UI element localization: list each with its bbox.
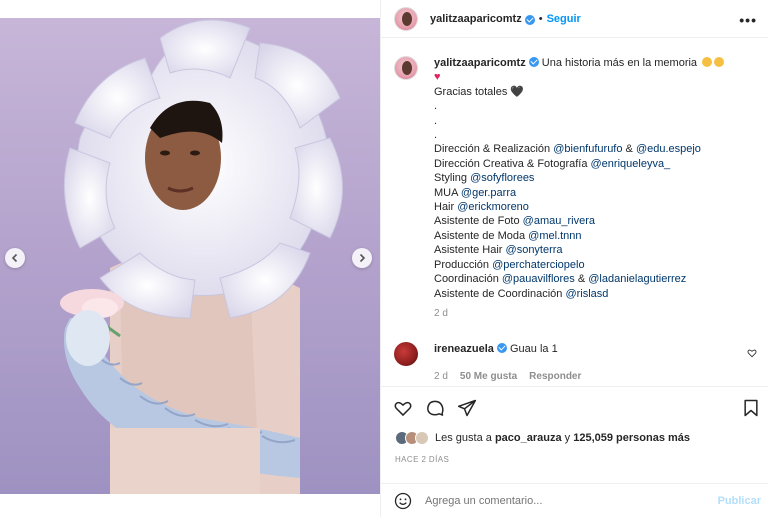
verified-icon <box>524 14 535 25</box>
separator-dot: • <box>538 12 543 25</box>
actions-bar: Les gusta a paco_arauza y 125,059 person… <box>381 386 768 517</box>
more-options-icon[interactable]: ••• <box>739 12 757 28</box>
mention-link[interactable]: @amau_rivera <box>523 215 595 227</box>
caption-line: Asistente de Moda @mel.tnnn <box>434 229 754 243</box>
red-heart-icon: ♥ <box>434 71 441 84</box>
commenter-avatar[interactable] <box>394 342 418 366</box>
comment: ireneazuela Guau la 1 2 d 50 Me gusta Re… <box>394 342 759 382</box>
like-heart-icon[interactable] <box>393 398 413 418</box>
post-media <box>0 0 380 517</box>
mention-link[interactable]: @enriqueleyva_ <box>591 158 671 170</box>
likes-middle: y <box>561 432 574 444</box>
caption-line-text: Asistente de Foto <box>434 215 523 228</box>
mention-link[interactable]: @edu.espejo <box>636 143 701 155</box>
caption-line-text: Gracias totales <box>434 85 511 98</box>
verified-icon <box>496 343 507 353</box>
caption-line: Dirección Creativa & Fotografía @enrique… <box>434 157 754 171</box>
caption-connector: & <box>574 273 589 286</box>
mention-link[interactable]: @mel.tnnn <box>528 230 581 242</box>
caption-line-text: . <box>434 100 438 113</box>
caption-username[interactable]: yalitzaaparicomtz <box>434 57 526 69</box>
caption-header-text: Una historia más en la memoria <box>541 57 698 69</box>
caption-line-text: Producción <box>434 258 493 271</box>
caption-line-text: Asistente de Coordinación <box>434 287 566 300</box>
caption-time[interactable]: 2 d <box>434 307 754 321</box>
caption-line: . <box>434 114 754 128</box>
reply-button[interactable]: Responder <box>529 371 581 382</box>
comment-input[interactable] <box>425 495 695 507</box>
share-paper-plane-icon[interactable] <box>457 398 477 418</box>
chevron-right-icon <box>359 253 366 263</box>
avatar[interactable] <box>394 6 418 31</box>
mention-link[interactable]: @erickmoreno <box>457 201 529 213</box>
carousel-next-button[interactable] <box>352 248 372 268</box>
caption-line: Gracias totales 🖤 <box>434 85 754 99</box>
emoji-smiley-icon[interactable] <box>393 491 413 511</box>
avatar[interactable] <box>394 56 418 80</box>
caption-line-text: . <box>434 129 438 142</box>
mention-link[interactable]: @rislasd <box>565 288 608 300</box>
liker-username[interactable]: paco_arauza <box>495 432 562 444</box>
chevron-left-icon <box>11 253 18 263</box>
comment-like-heart-icon[interactable] <box>747 348 757 358</box>
likes-prefix: Les gusta a <box>435 432 495 444</box>
caption-line-text: MUA <box>434 186 461 199</box>
add-comment-bar: Publicar <box>381 483 768 517</box>
post-age[interactable]: HACE 2 DÍAS <box>395 455 449 464</box>
caption-line-text: Asistente de Moda <box>434 229 529 242</box>
mention-link[interactable]: @perchaterciopelo <box>492 259 585 271</box>
caption-line-text: Asistente Hair <box>434 244 506 257</box>
caption-line: Styling @sofyflorees <box>434 171 754 185</box>
follow-button[interactable]: Seguir <box>547 13 581 25</box>
caption-body: yalitzaaparicomtz Una historia más en la… <box>434 56 754 321</box>
author-username[interactable]: yalitzaaparicomtz <box>430 13 522 25</box>
publish-button[interactable]: Publicar <box>718 495 761 507</box>
caption-line-text: Dirección & Realización <box>434 143 554 156</box>
caption-line-text: . <box>434 114 438 127</box>
post-header: yalitzaaparicomtz • Seguir ••• <box>381 0 768 38</box>
caption-line: Asistente de Foto @amau_rivera <box>434 214 754 228</box>
likes-count[interactable]: 125,059 personas más <box>573 432 690 444</box>
mention-link[interactable]: @ladanielagutierrez <box>588 273 686 285</box>
caption-line: Hair @erickmoreno <box>434 200 754 214</box>
caption-line: Coordinación @pauavilflores & @ladaniela… <box>434 272 754 286</box>
mention-link[interactable]: @ger.parra <box>461 187 516 199</box>
caption-line-text: Dirección Creativa & Fotografía <box>434 157 591 170</box>
caption-line: Dirección & Realización @bienfufurufo & … <box>434 142 754 156</box>
caption-line: Asistente de Coordinación @rislasd <box>434 287 754 301</box>
mention-link[interactable]: @sonyterra <box>506 244 563 256</box>
caption: yalitzaaparicomtz Una historia más en la… <box>394 56 754 321</box>
mention-link[interactable]: @bienfufurufo <box>553 143 622 155</box>
caption-line: . <box>434 99 754 113</box>
mention-link[interactable]: @sofyflorees <box>470 172 534 184</box>
verified-icon <box>528 57 539 67</box>
caption-line: MUA @ger.parra <box>434 186 754 200</box>
heart-eyes-emoji-icon <box>702 57 713 67</box>
black-heart-icon: 🖤 <box>510 85 525 98</box>
comment-text: Guau la 1 <box>509 343 558 355</box>
commenter-username[interactable]: ireneazuela <box>434 343 494 355</box>
caption-line-text: Styling <box>434 172 471 185</box>
caption-line: . <box>434 128 754 142</box>
mention-link[interactable]: @pauavilflores <box>502 273 575 285</box>
comment-likes[interactable]: 50 Me gusta <box>460 371 517 382</box>
carousel-prev-button[interactable] <box>5 248 25 268</box>
caption-line: Asistente Hair @sonyterra <box>434 243 754 257</box>
comment-bubble-icon[interactable] <box>425 398 445 418</box>
smiling-hearts-emoji-icon <box>714 57 725 67</box>
comment-time[interactable]: 2 d <box>434 371 448 382</box>
caption-connector: & <box>622 143 636 156</box>
caption-line: Producción @perchaterciopelo <box>434 258 754 272</box>
liker-avatar[interactable] <box>415 431 429 445</box>
caption-line-text: Hair <box>434 201 458 214</box>
post-photo[interactable] <box>0 18 380 494</box>
likes-summary: Les gusta a paco_arauza y 125,059 person… <box>395 431 690 445</box>
bookmark-icon[interactable] <box>741 398 761 418</box>
caption-line-text: Coordinación <box>434 273 502 286</box>
post-panel: yalitzaaparicomtz • Seguir ••• yalitzaap… <box>380 0 768 517</box>
